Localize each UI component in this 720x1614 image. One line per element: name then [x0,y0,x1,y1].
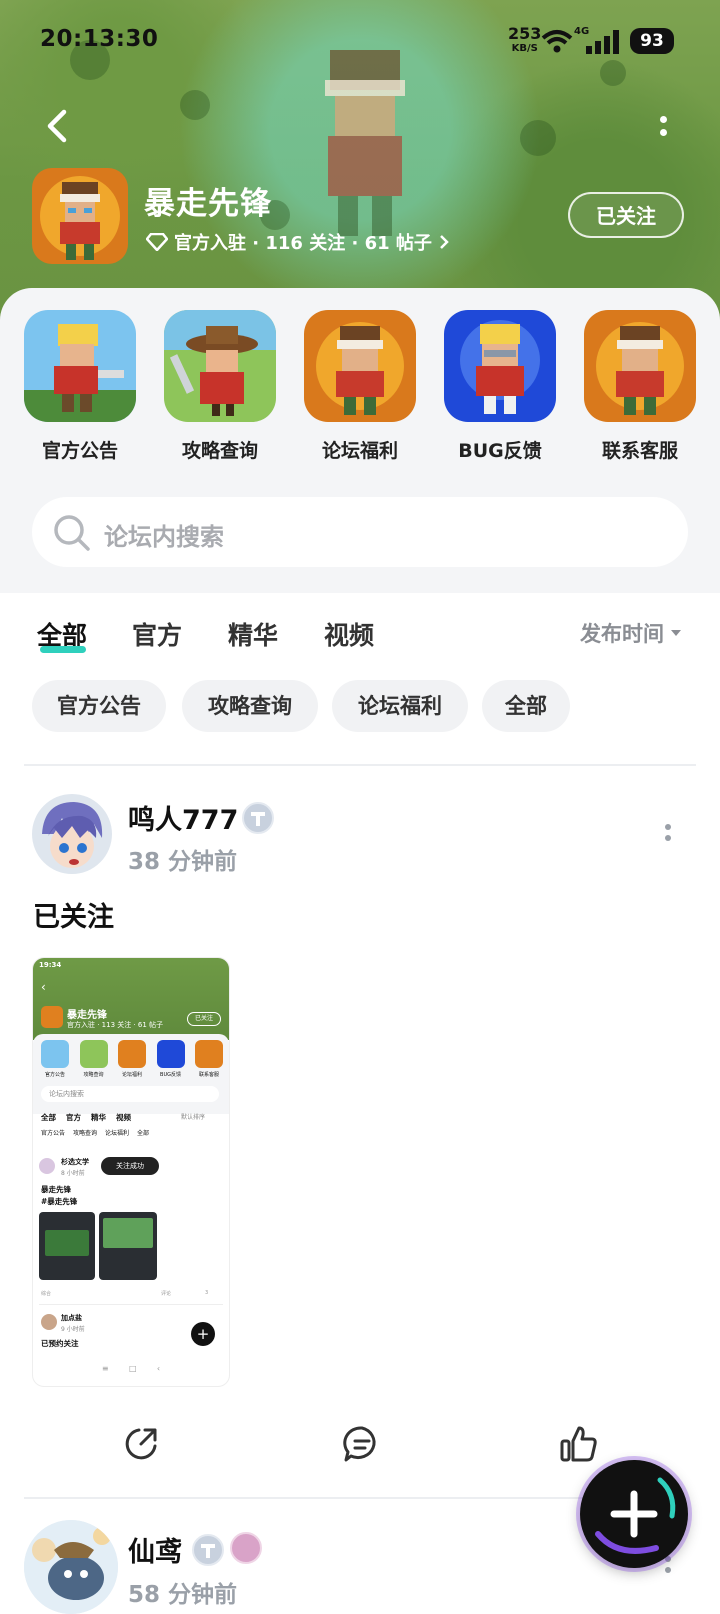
mini-thumb-2 [99,1212,157,1280]
mini-toast: 关注成功 [101,1157,159,1175]
mini-tabs: 全部 官方 精华 视频 [41,1113,131,1122]
tab-featured[interactable]: 精华 [228,616,278,652]
chip-all[interactable]: 全部 [482,680,570,732]
sort-label: 发布时间 [580,622,664,646]
game-title: 暴走先锋 [144,186,272,222]
game-avatar [32,168,128,264]
shortcut-label: 攻略查询 [181,440,258,462]
mini-search: 论坛内搜索 [41,1086,219,1102]
status-time: 20:13:30 [40,26,159,52]
back-arrow-icon[interactable] [38,106,78,146]
shortcut-label: 联系客服 [601,440,678,462]
sort-dropdown[interactable]: 发布时间 [580,618,682,648]
mini-post-time: 8 小时前 [61,1170,85,1177]
signal-icon [586,30,619,54]
chip-welfare[interactable]: 论坛福利 [332,680,468,732]
mini-post2-user: 加点盐 [61,1314,82,1322]
avatar[interactable] [32,794,112,874]
game-meta[interactable]: 官方入驻 · 116 关注 · 61 帖子 [146,229,450,255]
announcement-game-icon [24,310,136,422]
post-image[interactable]: 19:34 ‹ 暴走先锋 官方入驻 · 113 关注 · 61 帖子 已关注 官… [32,957,230,1387]
banner-character-art [325,50,405,236]
guide-game-icon [164,310,276,422]
mini-game-title: 暴走先锋 [67,1010,107,1021]
shortcut-announcements[interactable]: 官方公告 [24,310,136,463]
search-icon [54,515,90,551]
mini-sort: 默认排序 [181,1114,206,1121]
post-text: 已关注 [33,902,114,933]
post-username[interactable]: 鸣人777 [128,798,238,837]
tab-official[interactable]: 官方 [132,616,182,652]
mini-follow-button: 已关注 [187,1012,221,1026]
mini-back-icon: ‹ [41,980,46,994]
mini-fab: + [191,1322,215,1346]
comment-icon[interactable] [342,1424,382,1464]
shortcut-customer-service[interactable]: 联系客服 [584,310,696,463]
diamond-icon [146,233,168,251]
mini-nav-bar: ≡ □ ‹ [101,1364,161,1373]
avatar[interactable] [24,1520,118,1614]
shortcut-label: 论坛福利 [321,440,398,462]
search-placeholder: 论坛内搜索 [104,523,224,551]
plus-icon [595,1477,676,1554]
mini-chips: 官方公告 攻略查询 论坛福利 全部 [41,1130,150,1137]
post-time: 58 分钟前 [128,1582,238,1608]
divider [24,1497,584,1499]
mini-like-count: 3 [205,1290,209,1296]
mini-post-text-2: #暴走先锋 [41,1197,78,1206]
hexagon-badge-icon [230,1532,262,1564]
chip-announcements[interactable]: 官方公告 [32,680,166,732]
welfare-game-icon [304,310,416,422]
share-icon[interactable] [121,1424,161,1464]
active-tab-indicator [40,646,86,653]
divider [24,764,696,766]
game-meta-text: 官方入驻 · 116 关注 · 61 帖子 [174,233,432,254]
mini-footer-left: 综合 [41,1291,52,1297]
vertical-dots-icon[interactable] [660,116,667,142]
follow-button[interactable]: 已关注 [568,192,684,238]
bug-report-game-icon [444,310,556,422]
forum-search-input[interactable]: 论坛内搜索 [32,497,688,567]
mini-game-avatar [41,1006,63,1028]
shortcut-bug-report[interactable]: BUG反馈 [444,310,556,463]
level-badge-icon [242,802,274,834]
mini-comment: 评论 [161,1291,172,1297]
mini-status-time: 19:34 [39,961,62,969]
wifi-icon [541,30,573,53]
tab-video[interactable]: 视频 [324,616,374,652]
shortcut-label: BUG反馈 [458,440,542,462]
network-speed: 253 KB/S [508,24,542,55]
mini-post-user: 杉选文学 [61,1158,89,1166]
shortcut-welfare[interactable]: 论坛福利 [304,310,416,463]
mini-game-meta: 官方入驻 · 113 关注 · 61 帖子 [67,1021,164,1029]
post-more-icon[interactable] [665,824,671,846]
customer-service-game-icon [584,310,696,422]
post-username[interactable]: 仙鸢 [128,1530,182,1569]
mini-post2-text: 已预约关注 [41,1339,79,1348]
shortcut-label: 官方公告 [41,440,118,462]
chevron-right-icon [440,235,449,249]
battery-indicator: 93 [630,28,674,54]
post-time: 38 分钟前 [128,849,238,875]
chip-guides[interactable]: 攻略查询 [182,680,318,732]
level-badge-icon [192,1534,224,1566]
shortcut-guides[interactable]: 攻略查询 [164,310,276,463]
mini-shortcuts: 官方公告 攻略查询 论坛福利 BUG反馈 联系客服 [37,1040,227,1078]
caret-down-icon [671,630,681,636]
mini-post2-time: 9 小时前 [61,1326,85,1333]
mini-post-text-1: 暴走先锋 [41,1185,71,1194]
thumbs-up-icon[interactable] [559,1424,599,1464]
create-post-button[interactable] [580,1460,688,1568]
mini-thumb-1 [39,1212,95,1280]
